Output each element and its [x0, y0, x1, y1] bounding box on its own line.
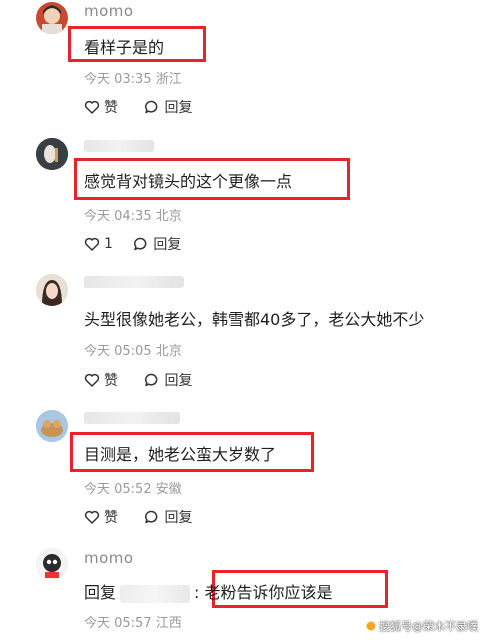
comment-meta: 今天 05:57 江西: [84, 612, 182, 631]
comment-time: 今天 05:05: [84, 344, 152, 359]
comment-text: 看样子是的: [84, 38, 165, 57]
watermark: 搜狐号@荣木不录噗: [365, 618, 478, 634]
reply-label: 回复: [164, 373, 193, 389]
avatar[interactable]: [36, 410, 68, 442]
reply-body: : 老粉告诉你应该是: [194, 583, 333, 602]
like-count: 1: [104, 236, 113, 252]
reply-button[interactable]: 回复: [144, 97, 192, 117]
comment-meta: 今天 05:05 北京: [84, 340, 182, 359]
heart-icon: [84, 373, 100, 387]
speech-bubble-icon: [134, 237, 147, 251]
comment-actions: 赞 回复: [84, 97, 214, 119]
reply-target-redacted[interactable]: [120, 584, 191, 603]
comment-actions: 赞 回复: [84, 507, 214, 529]
comment-text: 头型很像她老公，韩雪都40多了，老公大她不少: [84, 310, 425, 329]
speech-bubble-icon: [145, 100, 158, 114]
reply-label: 回复: [164, 100, 193, 116]
avatar[interactable]: [36, 2, 68, 34]
comment-actions: 1 回复: [84, 234, 203, 256]
like-button[interactable]: 赞: [84, 507, 118, 527]
comment-meta: 今天 04:35 北京: [84, 205, 182, 224]
speech-bubble-icon: [145, 510, 158, 524]
like-label: 赞: [104, 373, 118, 389]
heart-icon: [84, 237, 100, 251]
reply-label: 回复: [164, 510, 193, 526]
comment-time: 今天 05:57: [84, 616, 152, 631]
username-redacted[interactable]: [84, 276, 184, 288]
reply-label: 回复: [153, 237, 182, 253]
heart-icon: [84, 510, 100, 524]
like-button[interactable]: 1: [84, 236, 113, 252]
watermark-text: 搜狐号@荣木不录噗: [379, 620, 478, 633]
avatar[interactable]: [36, 548, 68, 580]
username-redacted[interactable]: [84, 140, 154, 152]
heart-icon: [84, 100, 100, 114]
comment-time: 今天 03:35: [84, 72, 152, 87]
reply-prefix: 回复: [84, 583, 117, 602]
like-label: 赞: [104, 100, 118, 116]
speech-bubble-icon: [145, 373, 158, 387]
reply-button[interactable]: 回复: [133, 234, 181, 254]
comment-text: 感觉背对镜头的这个更像一点: [84, 172, 293, 191]
comment-location: 浙江: [155, 72, 182, 87]
comment-text: 目测是，她老公蛮大岁数了: [84, 445, 277, 464]
comment-location: 江西: [155, 616, 182, 631]
reply-button[interactable]: 回复: [144, 507, 192, 527]
comment-time: 今天 04:35: [84, 209, 152, 224]
comment-location: 北京: [155, 209, 182, 224]
username[interactable]: momo: [84, 2, 134, 20]
username-redacted[interactable]: [84, 412, 180, 424]
comment-location: 北京: [155, 344, 182, 359]
comment-location: 安徽: [155, 482, 182, 497]
like-button[interactable]: 赞: [84, 97, 118, 117]
like-button[interactable]: 赞: [84, 370, 118, 390]
comment-meta: 今天 03:35 浙江: [84, 68, 182, 87]
comment-time: 今天 05:52: [84, 482, 152, 497]
comment-meta: 今天 05:52 安徽: [84, 478, 182, 497]
like-label: 赞: [104, 510, 118, 526]
reply-button[interactable]: 回复: [144, 370, 192, 390]
avatar[interactable]: [36, 138, 68, 170]
comment-text: 回复 : 老粉告诉你应该是: [84, 579, 333, 603]
username[interactable]: momo: [84, 549, 134, 567]
avatar[interactable]: [36, 274, 68, 306]
comment-actions: 赞 回复: [84, 370, 214, 392]
sohu-logo-icon: [365, 620, 377, 632]
